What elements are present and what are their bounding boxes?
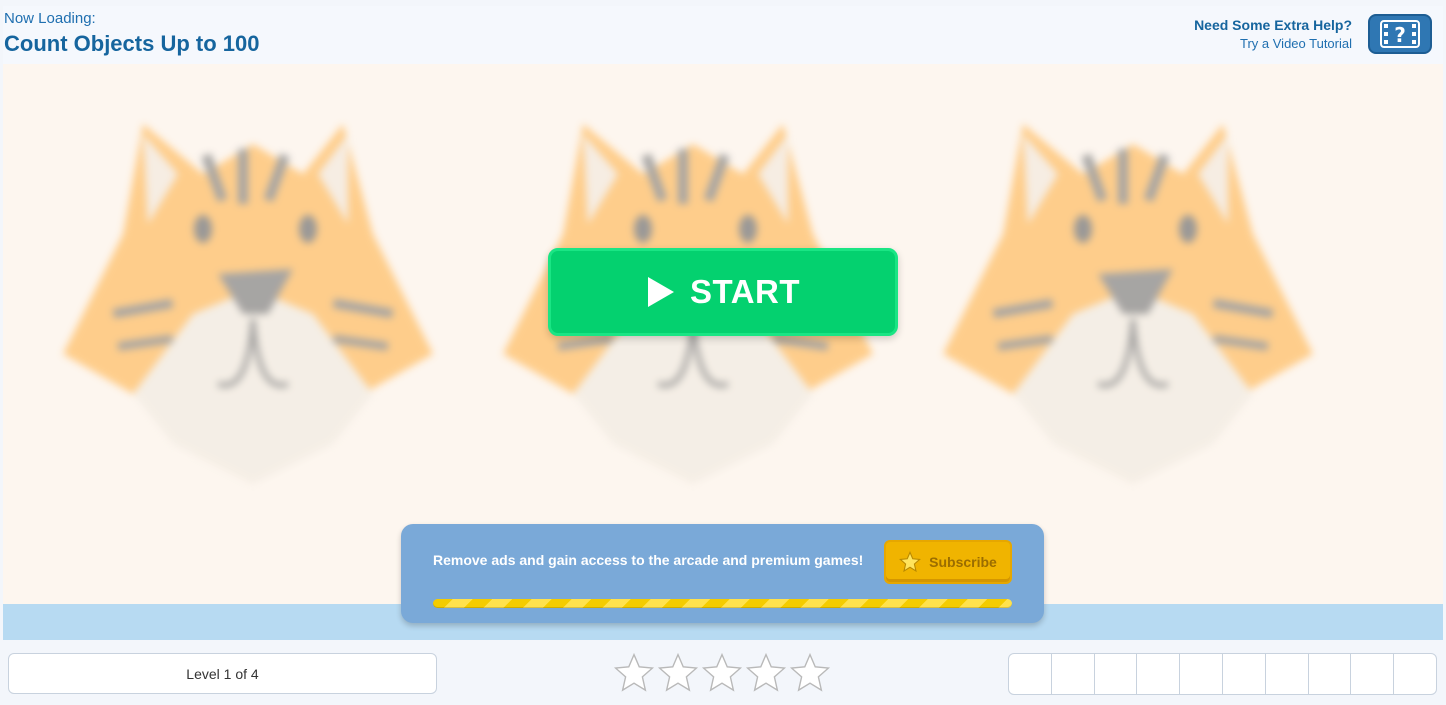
film-question-icon: ? — [1380, 20, 1420, 48]
score-tracker — [1008, 653, 1437, 695]
star-icon — [745, 652, 787, 692]
video-tutorial-button[interactable]: ? — [1368, 14, 1432, 54]
score-cell — [1223, 654, 1266, 694]
help-title[interactable]: Need Some Extra Help? — [1194, 17, 1352, 33]
subscribe-promo: Remove ads and gain access to the arcade… — [401, 524, 1044, 623]
level-text: Level 1 of 4 — [186, 665, 259, 682]
score-cell — [1394, 654, 1436, 694]
svg-text:?: ? — [1394, 23, 1406, 47]
video-tutorial-link[interactable]: Try a Video Tutorial — [1240, 36, 1352, 51]
score-cell — [1351, 654, 1395, 694]
tiger-illustration — [63, 124, 433, 484]
game-footer: Level 1 of 4 — [0, 640, 1446, 705]
promo-text: Remove ads and gain access to the arcade… — [433, 552, 864, 568]
subscribe-label: Subscribe — [929, 554, 997, 570]
game-header: Now Loading: Count Objects Up to 100 Nee… — [3, 6, 1443, 64]
score-cell — [1009, 654, 1052, 694]
subscribe-button[interactable]: Subscribe — [884, 540, 1012, 584]
level-indicator: Level 1 of 4 — [8, 653, 437, 694]
star-icon — [899, 551, 922, 573]
loading-progress-bar — [433, 599, 1012, 608]
star-icon — [701, 652, 743, 692]
score-cell — [1309, 654, 1352, 694]
start-button[interactable]: START — [548, 248, 898, 336]
score-cell — [1180, 654, 1223, 694]
start-label: START — [689, 273, 801, 310]
star-icon — [657, 652, 699, 692]
score-cell — [1137, 654, 1181, 694]
star-icon — [789, 652, 831, 692]
star-icon — [613, 652, 655, 692]
score-cell — [1266, 654, 1309, 694]
score-cell — [1095, 654, 1138, 694]
now-loading-label: Now Loading: — [4, 10, 96, 27]
game-title: Count Objects Up to 100 — [4, 31, 260, 56]
play-icon — [647, 277, 674, 307]
score-cell — [1052, 654, 1095, 694]
star-rating — [613, 652, 831, 694]
